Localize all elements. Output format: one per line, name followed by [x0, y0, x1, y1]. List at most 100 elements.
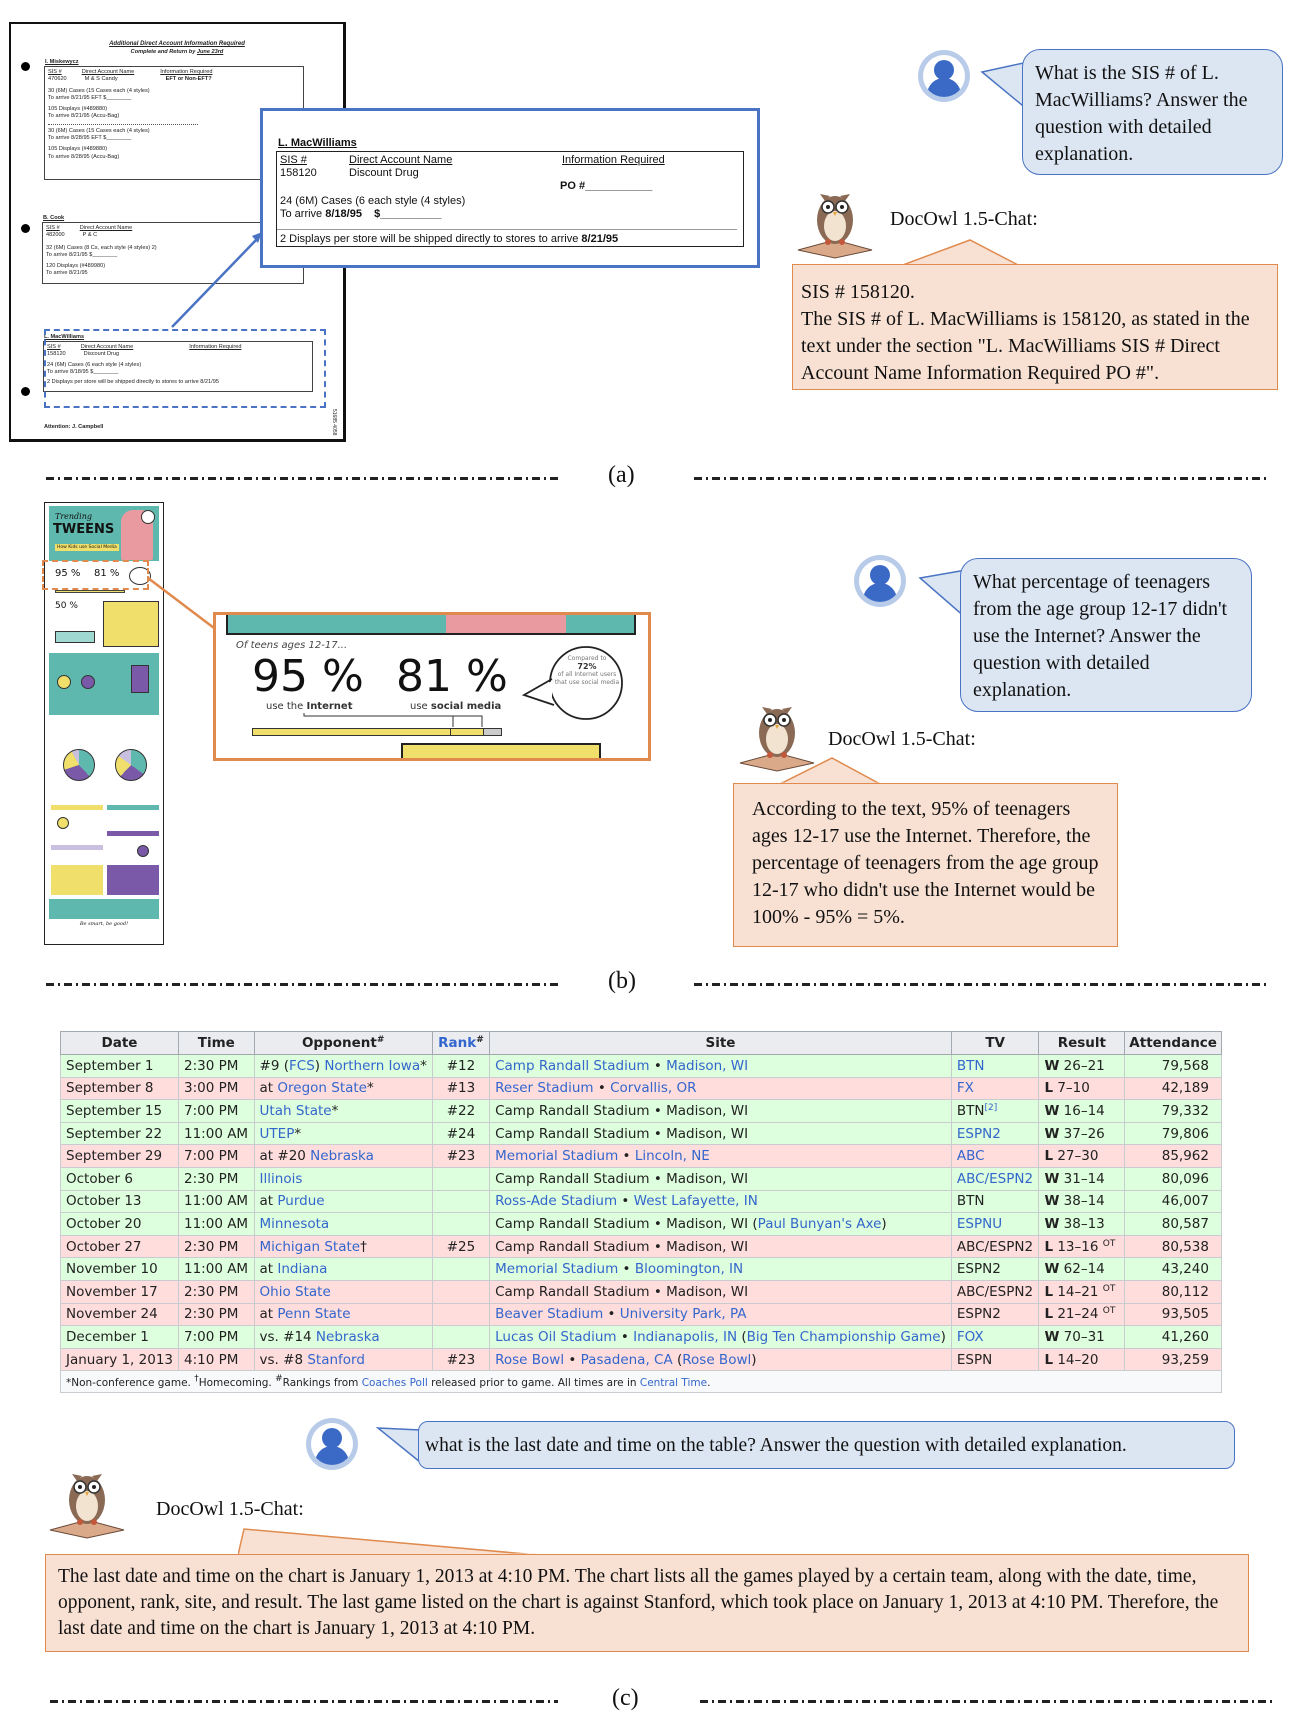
cell-tv: ESPN2 [950, 1257, 1040, 1281]
opponent-link[interactable]: Ohio State [260, 1284, 331, 1300]
city-link[interactable]: West Lafayette, IN [634, 1193, 758, 1209]
opponent-link[interactable]: Indiana [277, 1261, 327, 1277]
stadium-link[interactable]: Memorial Stadium [495, 1261, 618, 1277]
cell-result: L 7–10 [1038, 1076, 1126, 1101]
tv-network[interactable]: FX [957, 1080, 974, 1096]
opponent-link[interactable]: UTEP [260, 1126, 295, 1142]
tv-network[interactable]: BTN [957, 1058, 985, 1074]
answer-bubble-tail [780, 757, 880, 786]
panel-label-a: (a) [608, 462, 635, 488]
cell-result: W 37–26 [1038, 1121, 1126, 1146]
table-row: October 20 11:00 AM Minnesota Camp Randall … [60, 1212, 1222, 1236]
cell-tv: FOX [950, 1325, 1040, 1349]
cell-site: Lucas Oil Stadium • Indianapolis, IN (Bi… [489, 1325, 952, 1349]
cell-date: September 1 [60, 1054, 179, 1078]
infographic-pie-section [49, 721, 159, 801]
opponent-link[interactable]: Northern Iowa [324, 1058, 420, 1074]
tv-network[interactable]: ABC [957, 1148, 985, 1164]
opponent-link[interactable]: Minnesota [260, 1216, 330, 1232]
central-time-link[interactable]: Central Time [640, 1377, 707, 1389]
cell-attendance: 80,112 [1124, 1279, 1222, 1304]
table-row: September 22 11:00 AM UTEP* #24 Camp Randall… [60, 1121, 1222, 1146]
stadium-link[interactable]: Camp Randall Stadium [495, 1058, 649, 1074]
col-attendance: Attendance [1124, 1031, 1222, 1055]
zoom-account-block: SIS #158120 Direct Account Name Discount … [276, 151, 744, 247]
city-link[interactable]: University Park, PA [620, 1306, 747, 1322]
city-link[interactable]: Madison, WI [666, 1058, 748, 1074]
answer-bubble: According to the text, 95% of teenagers … [733, 783, 1118, 947]
opponent-link[interactable]: Nebraska [310, 1148, 374, 1164]
coaches-poll-link[interactable]: Coaches Poll [362, 1377, 428, 1389]
city-link[interactable]: Bloomington, IN [635, 1261, 743, 1277]
game-note-link[interactable]: Big Ten Championship Game [747, 1329, 941, 1345]
section-divider [50, 1700, 558, 1703]
col-rank[interactable]: Rank# [431, 1031, 491, 1055]
cell-tv: BTN [950, 1189, 1040, 1214]
answer-text: According to the text, 95% of teenagers … [752, 798, 1099, 928]
stadium-link[interactable]: Rose Bowl [495, 1352, 564, 1368]
stadium-link: Camp Randall Stadium [495, 1102, 650, 1119]
opponent-link[interactable]: Penn State [277, 1306, 350, 1322]
city-link[interactable]: Lincoln, NE [635, 1148, 710, 1164]
cell-date: December 1 [60, 1325, 179, 1349]
table-row: October 27 2:30 PM Michigan State† #25 Camp … [60, 1234, 1222, 1259]
answer-line: SIS # 158120. [801, 281, 915, 303]
opponent-link[interactable]: Oregon State [277, 1080, 367, 1096]
city-link: Madison, WI [666, 1125, 749, 1142]
tv-network[interactable]: ABC/ESPN2 [957, 1171, 1033, 1187]
tv-network[interactable]: FOX [957, 1329, 984, 1345]
table-footnote: *Non-conference game. †Homecoming. #Rank… [60, 1370, 1222, 1394]
stadium-link[interactable]: Lucas Oil Stadium [495, 1329, 616, 1345]
opponent-link[interactable]: Stanford [307, 1352, 365, 1368]
cell-attendance: 42,189 [1124, 1076, 1222, 1101]
cell-time: 4:10 PM [178, 1347, 255, 1372]
cell-result: L 14–20 [1038, 1347, 1126, 1372]
opponent-link[interactable]: Illinois [260, 1171, 303, 1187]
cell-date: October 6 [60, 1166, 179, 1191]
opponent-conference-link[interactable]: FCS [289, 1058, 315, 1074]
city-link[interactable]: Indianapolis, IN [633, 1329, 737, 1345]
citation-link[interactable]: [2] [984, 1103, 997, 1113]
cell-date: October 13 [60, 1189, 179, 1214]
opponent-link[interactable]: Nebraska [316, 1329, 380, 1345]
question-bubble: what is the last date and time on the ta… [418, 1421, 1235, 1469]
zoom-account-value: Discount Drug [349, 167, 419, 179]
cell-rank [431, 1166, 491, 1191]
infographic-platforms-section [49, 805, 159, 863]
game-note-link[interactable]: Paul Bunyan's Axe [758, 1216, 882, 1232]
cell-date: January 1, 2013 [60, 1347, 179, 1372]
cell-attendance: 80,538 [1124, 1234, 1222, 1259]
opponent-link[interactable]: Michigan State [260, 1239, 361, 1255]
cell-site: Camp Randall Stadium • Madison, WI [489, 1099, 952, 1123]
cell-result: L 21–24 OT [1038, 1302, 1126, 1327]
opponent-link[interactable]: Utah State [260, 1103, 332, 1119]
tv-network[interactable]: ESPN2 [957, 1126, 1001, 1142]
answer-bubble-tail [238, 1528, 538, 1557]
stadium-link[interactable]: Ross-Ade Stadium [495, 1193, 617, 1209]
cell-attendance: 85,962 [1124, 1144, 1222, 1168]
cell-result: L 14–21 OT [1038, 1279, 1126, 1304]
table-row: December 1 7:00 PM vs. #14 Nebraska Lucas O… [60, 1325, 1222, 1349]
table-row: January 1, 2013 4:10 PM vs. #8 Stanford #23… [60, 1347, 1222, 1372]
cell-site: Ross-Ade Stadium • West Lafayette, IN [489, 1189, 952, 1214]
city-link[interactable]: Corvallis, OR [610, 1080, 696, 1096]
cell-time: 11:00 AM [178, 1257, 255, 1281]
owl-avatar-icon [49, 1474, 125, 1539]
stadium-link[interactable]: Reser Stadium [495, 1080, 593, 1096]
opponent-link[interactable]: Purdue [277, 1193, 324, 1209]
stadium-link[interactable]: Memorial Stadium [495, 1148, 618, 1164]
stadium-link[interactable]: Beaver Stadium [495, 1306, 603, 1322]
tv-network[interactable]: ESPNU [957, 1216, 1002, 1232]
tv-network: ESPN [956, 1351, 993, 1368]
cell-site: Camp Randall Stadium • Madison, WI (Paul… [489, 1212, 952, 1236]
cell-result: W 26–21 [1038, 1054, 1126, 1078]
game-note-link[interactable]: Rose Bowl [682, 1352, 751, 1368]
col-result: Result [1038, 1031, 1126, 1055]
question-text: What is the SIS # of L. MacWilliams? Ans… [1035, 62, 1248, 165]
section-divider [46, 983, 558, 986]
cell-rank [431, 1325, 491, 1349]
cell-site: Camp Randall Stadium • Madison, WI [489, 1279, 952, 1304]
cell-opponent: vs. #14 Nebraska [253, 1325, 433, 1349]
cell-time: 11:00 AM [178, 1212, 255, 1236]
city-link[interactable]: Pasadena, CA [581, 1352, 673, 1368]
